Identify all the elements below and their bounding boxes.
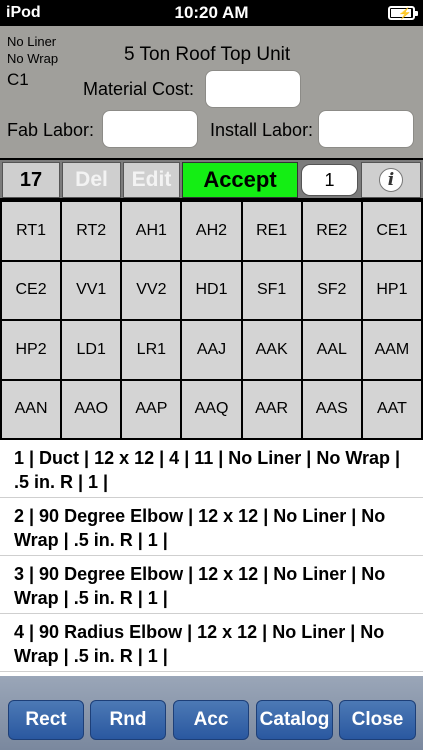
grid-cell[interactable]: CE1: [362, 202, 421, 260]
grid-cell[interactable]: SF2: [302, 261, 361, 319]
rnd-button[interactable]: Rnd: [90, 700, 166, 740]
grid-cell[interactable]: HP1: [362, 261, 421, 319]
list-item[interactable]: 2 | 90 Degree Elbow | 12 x 12 | No Liner…: [0, 498, 423, 556]
install-labor-input[interactable]: [318, 110, 414, 148]
grid-cell[interactable]: VV1: [62, 261, 121, 319]
grid-cell[interactable]: CE2: [2, 261, 61, 319]
toolbar: 17 Del Edit Accept 1 i: [0, 158, 423, 200]
list-item[interactable]: 3 | 90 Degree Elbow | 12 x 12 | No Liner…: [0, 556, 423, 614]
grid-cell[interactable]: RE1: [242, 202, 301, 260]
grid-cell[interactable]: HD1: [182, 261, 241, 319]
info-button[interactable]: i: [361, 162, 421, 198]
list-item[interactable]: 1 | Duct | 12 x 12 | 4 | 11 | No Liner |…: [0, 440, 423, 498]
grid-cell[interactable]: AAR: [242, 380, 301, 438]
grid-cell[interactable]: AAK: [242, 321, 301, 379]
acc-button[interactable]: Acc: [173, 700, 249, 740]
grid-cell[interactable]: AAM: [362, 321, 421, 379]
grid-cell[interactable]: SF1: [242, 261, 301, 319]
close-button[interactable]: Close: [339, 700, 416, 740]
material-cost-label: Material Cost:: [83, 79, 195, 99]
grid-cell[interactable]: HP2: [2, 321, 61, 379]
grid-cell[interactable]: AAQ: [182, 380, 241, 438]
liner-label: No Liner: [7, 34, 57, 49]
wrap-label: No Wrap: [7, 51, 59, 66]
fab-labor-input[interactable]: [102, 110, 198, 148]
grid-cell[interactable]: AAP: [122, 380, 181, 438]
rect-button[interactable]: Rect: [8, 700, 84, 740]
quantity-input[interactable]: 1: [301, 164, 358, 196]
unit-title: 5 Ton Roof Top Unit: [124, 44, 291, 65]
grid-cell[interactable]: AAS: [302, 380, 361, 438]
info-icon: i: [379, 168, 403, 192]
grid-cell[interactable]: AAL: [302, 321, 361, 379]
grid-cell[interactable]: AH1: [122, 202, 181, 260]
fittings-list: 1 | Duct | 12 x 12 | 4 | 11 | No Liner |…: [0, 440, 423, 676]
catalog-button[interactable]: Catalog: [256, 700, 333, 740]
list-item[interactable]: 4 | 90 Radius Elbow | 12 x 12 | No Liner…: [0, 614, 423, 672]
item-count-button[interactable]: 17: [2, 162, 60, 198]
item-header-panel: No Liner No Wrap C1 5 Ton Roof Top Unit …: [0, 26, 423, 158]
status-bar: iPod 10:20 AM ⚡: [0, 0, 423, 26]
clock: 10:20 AM: [174, 3, 249, 22]
install-labor-label: Install Labor:: [210, 120, 314, 140]
fitting-code-grid: RT1 RT2 AH1 AH2 RE1 RE2 CE1 CE2 VV1 VV2 …: [0, 200, 423, 440]
delete-button[interactable]: Del: [62, 162, 121, 198]
item-code: C1: [7, 70, 29, 89]
grid-cell[interactable]: RT1: [2, 202, 61, 260]
grid-cell[interactable]: AAT: [362, 380, 421, 438]
battery-icon: ⚡: [388, 6, 418, 20]
grid-cell[interactable]: AAN: [2, 380, 61, 438]
edit-button[interactable]: Edit: [123, 162, 180, 198]
grid-cell[interactable]: RT2: [62, 202, 121, 260]
fab-labor-label: Fab Labor:: [7, 120, 95, 140]
grid-cell[interactable]: RE2: [302, 202, 361, 260]
grid-cell[interactable]: VV2: [122, 261, 181, 319]
material-cost-input[interactable]: [205, 70, 301, 108]
grid-cell[interactable]: LR1: [122, 321, 181, 379]
bottom-bar: Rect Rnd Acc Catalog Close: [0, 676, 423, 750]
grid-cell[interactable]: LD1: [62, 321, 121, 379]
grid-cell[interactable]: AH2: [182, 202, 241, 260]
grid-cell[interactable]: AAJ: [182, 321, 241, 379]
accept-button[interactable]: Accept: [182, 162, 298, 198]
grid-cell[interactable]: AAO: [62, 380, 121, 438]
